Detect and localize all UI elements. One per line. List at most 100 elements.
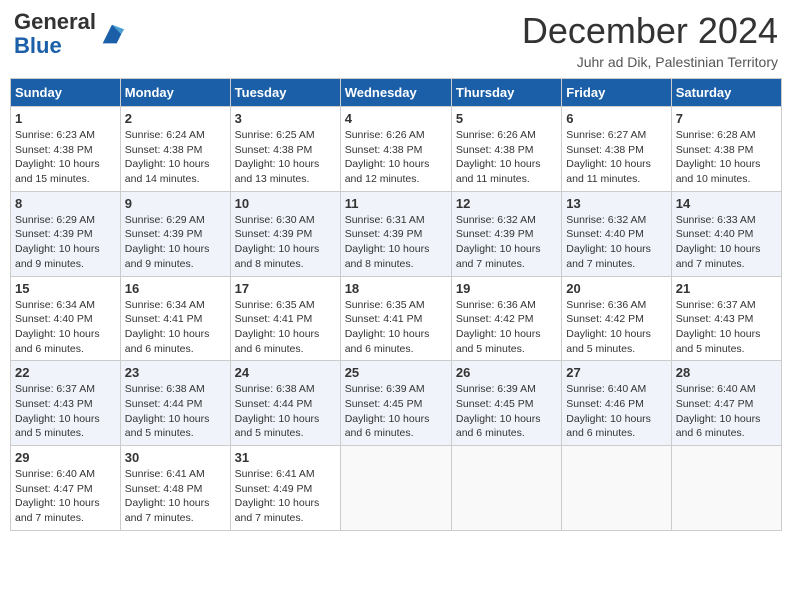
calendar-cell: 15 Sunrise: 6:34 AM Sunset: 4:40 PM Dayli…: [11, 276, 121, 361]
logo-general: General: [14, 10, 96, 34]
day-number: 11: [345, 196, 447, 211]
weekday-header-sunday: Sunday: [11, 79, 121, 107]
calendar-cell: 14 Sunrise: 6:33 AM Sunset: 4:40 PM Dayli…: [671, 191, 781, 276]
day-number: 27: [566, 365, 666, 380]
day-info: Sunrise: 6:40 AM Sunset: 4:47 PM Dayligh…: [15, 467, 116, 526]
calendar-cell: 27Sunrise: 6:40 AM Sunset: 4:46 PM Dayli…: [562, 361, 671, 446]
calendar-cell: 19 Sunrise: 6:36 AM Sunset: 4:42 PM Dayli…: [451, 276, 561, 361]
day-info: Sunrise: 6:35 AM Sunset: 4:41 PM Dayligh…: [235, 298, 336, 357]
day-info: Sunrise: 6:32 AM Sunset: 4:39 PM Dayligh…: [456, 213, 557, 272]
calendar-table: SundayMondayTuesdayWednesdayThursdayFrid…: [10, 78, 782, 531]
day-number: 15: [15, 281, 116, 296]
logo-blue: Blue: [14, 34, 96, 58]
calendar-cell: [671, 446, 781, 531]
day-info: Sunrise: 6:31 AM Sunset: 4:39 PM Dayligh…: [345, 213, 447, 272]
day-number: 23: [125, 365, 226, 380]
day-info: Sunrise: 6:26 AM Sunset: 4:38 PM Dayligh…: [456, 128, 557, 187]
day-info: Sunrise: 6:34 AM Sunset: 4:40 PM Dayligh…: [15, 298, 116, 357]
weekday-header-friday: Friday: [562, 79, 671, 107]
day-info: Sunrise: 6:29 AM Sunset: 4:39 PM Dayligh…: [125, 213, 226, 272]
day-number: 14: [676, 196, 777, 211]
calendar-cell: 16 Sunrise: 6:34 AM Sunset: 4:41 PM Dayli…: [120, 276, 230, 361]
title-block: December 2024 Juhr ad Dik, Palestinian T…: [522, 10, 778, 70]
calendar-cell: 5Sunrise: 6:26 AM Sunset: 4:38 PM Daylig…: [451, 107, 561, 192]
day-info: Sunrise: 6:30 AM Sunset: 4:39 PM Dayligh…: [235, 213, 336, 272]
day-number: 6: [566, 111, 666, 126]
day-number: 26: [456, 365, 557, 380]
location-subtitle: Juhr ad Dik, Palestinian Territory: [522, 54, 778, 70]
day-number: 25: [345, 365, 447, 380]
calendar-cell: 18Sunrise: 6:35 AM Sunset: 4:41 PM Dayli…: [340, 276, 451, 361]
month-title: December 2024: [522, 10, 778, 52]
day-info: Sunrise: 6:41 AM Sunset: 4:48 PM Dayligh…: [125, 467, 226, 526]
day-info: Sunrise: 6:34 AM Sunset: 4:41 PM Dayligh…: [125, 298, 226, 357]
day-number: 16: [125, 281, 226, 296]
day-number: 13: [566, 196, 666, 211]
day-info: Sunrise: 6:38 AM Sunset: 4:44 PM Dayligh…: [125, 382, 226, 441]
calendar-cell: 29 Sunrise: 6:40 AM Sunset: 4:47 PM Dayli…: [11, 446, 121, 531]
day-info: Sunrise: 6:25 AM Sunset: 4:38 PM Dayligh…: [235, 128, 336, 187]
calendar-cell: 9Sunrise: 6:29 AM Sunset: 4:39 PM Daylig…: [120, 191, 230, 276]
calendar-week-row: 8 Sunrise: 6:29 AM Sunset: 4:39 PM Daylig…: [11, 191, 782, 276]
calendar-cell: [451, 446, 561, 531]
day-number: 31: [235, 450, 336, 465]
day-number: 22: [15, 365, 116, 380]
calendar-cell: 21 Sunrise: 6:37 AM Sunset: 4:43 PM Dayli…: [671, 276, 781, 361]
calendar-cell: 25 Sunrise: 6:39 AM Sunset: 4:45 PM Dayli…: [340, 361, 451, 446]
weekday-header-saturday: Saturday: [671, 79, 781, 107]
day-number: 1: [15, 111, 116, 126]
day-info: Sunrise: 6:29 AM Sunset: 4:39 PM Dayligh…: [15, 213, 116, 272]
calendar-cell: 24Sunrise: 6:38 AM Sunset: 4:44 PM Dayli…: [230, 361, 340, 446]
day-info: Sunrise: 6:39 AM Sunset: 4:45 PM Dayligh…: [345, 382, 447, 441]
calendar-cell: 1 Sunrise: 6:23 AM Sunset: 4:38 PM Daylig…: [11, 107, 121, 192]
calendar-cell: 13 Sunrise: 6:32 AM Sunset: 4:40 PM Dayli…: [562, 191, 671, 276]
calendar-week-row: 15 Sunrise: 6:34 AM Sunset: 4:40 PM Dayli…: [11, 276, 782, 361]
day-info: Sunrise: 6:37 AM Sunset: 4:43 PM Dayligh…: [15, 382, 116, 441]
weekday-header-row: SundayMondayTuesdayWednesdayThursdayFrid…: [11, 79, 782, 107]
day-info: Sunrise: 6:37 AM Sunset: 4:43 PM Dayligh…: [676, 298, 777, 357]
calendar-week-row: 22 Sunrise: 6:37 AM Sunset: 4:43 PM Dayli…: [11, 361, 782, 446]
day-info: Sunrise: 6:23 AM Sunset: 4:38 PM Dayligh…: [15, 128, 116, 187]
calendar-cell: 23 Sunrise: 6:38 AM Sunset: 4:44 PM Dayli…: [120, 361, 230, 446]
day-info: Sunrise: 6:36 AM Sunset: 4:42 PM Dayligh…: [456, 298, 557, 357]
weekday-header-monday: Monday: [120, 79, 230, 107]
day-number: 28: [676, 365, 777, 380]
day-number: 3: [235, 111, 336, 126]
day-info: Sunrise: 6:35 AM Sunset: 4:41 PM Dayligh…: [345, 298, 447, 357]
calendar-cell: 3 Sunrise: 6:25 AM Sunset: 4:38 PM Daylig…: [230, 107, 340, 192]
day-number: 17: [235, 281, 336, 296]
calendar-cell: 11 Sunrise: 6:31 AM Sunset: 4:39 PM Dayli…: [340, 191, 451, 276]
calendar-week-row: 29 Sunrise: 6:40 AM Sunset: 4:47 PM Dayli…: [11, 446, 782, 531]
calendar-cell: 6 Sunrise: 6:27 AM Sunset: 4:38 PM Daylig…: [562, 107, 671, 192]
day-info: Sunrise: 6:28 AM Sunset: 4:38 PM Dayligh…: [676, 128, 777, 187]
calendar-cell: 4 Sunrise: 6:26 AM Sunset: 4:38 PM Daylig…: [340, 107, 451, 192]
calendar-cell: 12 Sunrise: 6:32 AM Sunset: 4:39 PM Dayli…: [451, 191, 561, 276]
day-info: Sunrise: 6:36 AM Sunset: 4:42 PM Dayligh…: [566, 298, 666, 357]
day-number: 21: [676, 281, 777, 296]
calendar-cell: 2Sunrise: 6:24 AM Sunset: 4:38 PM Daylig…: [120, 107, 230, 192]
day-info: Sunrise: 6:26 AM Sunset: 4:38 PM Dayligh…: [345, 128, 447, 187]
calendar-cell: 28 Sunrise: 6:40 AM Sunset: 4:47 PM Dayli…: [671, 361, 781, 446]
calendar-cell: 17 Sunrise: 6:35 AM Sunset: 4:41 PM Dayli…: [230, 276, 340, 361]
calendar-cell: 31Sunrise: 6:41 AM Sunset: 4:49 PM Dayli…: [230, 446, 340, 531]
day-info: Sunrise: 6:27 AM Sunset: 4:38 PM Dayligh…: [566, 128, 666, 187]
day-number: 4: [345, 111, 447, 126]
day-number: 10: [235, 196, 336, 211]
calendar-cell: 30 Sunrise: 6:41 AM Sunset: 4:48 PM Dayli…: [120, 446, 230, 531]
day-number: 19: [456, 281, 557, 296]
logo-icon: [98, 20, 126, 48]
day-info: Sunrise: 6:24 AM Sunset: 4:38 PM Dayligh…: [125, 128, 226, 187]
day-info: Sunrise: 6:32 AM Sunset: 4:40 PM Dayligh…: [566, 213, 666, 272]
day-info: Sunrise: 6:33 AM Sunset: 4:40 PM Dayligh…: [676, 213, 777, 272]
weekday-header-tuesday: Tuesday: [230, 79, 340, 107]
day-info: Sunrise: 6:40 AM Sunset: 4:47 PM Dayligh…: [676, 382, 777, 441]
weekday-header-thursday: Thursday: [451, 79, 561, 107]
calendar-week-row: 1 Sunrise: 6:23 AM Sunset: 4:38 PM Daylig…: [11, 107, 782, 192]
calendar-cell: 7Sunrise: 6:28 AM Sunset: 4:38 PM Daylig…: [671, 107, 781, 192]
day-info: Sunrise: 6:39 AM Sunset: 4:45 PM Dayligh…: [456, 382, 557, 441]
day-number: 30: [125, 450, 226, 465]
day-number: 8: [15, 196, 116, 211]
day-number: 29: [15, 450, 116, 465]
day-info: Sunrise: 6:38 AM Sunset: 4:44 PM Dayligh…: [235, 382, 336, 441]
day-number: 12: [456, 196, 557, 211]
